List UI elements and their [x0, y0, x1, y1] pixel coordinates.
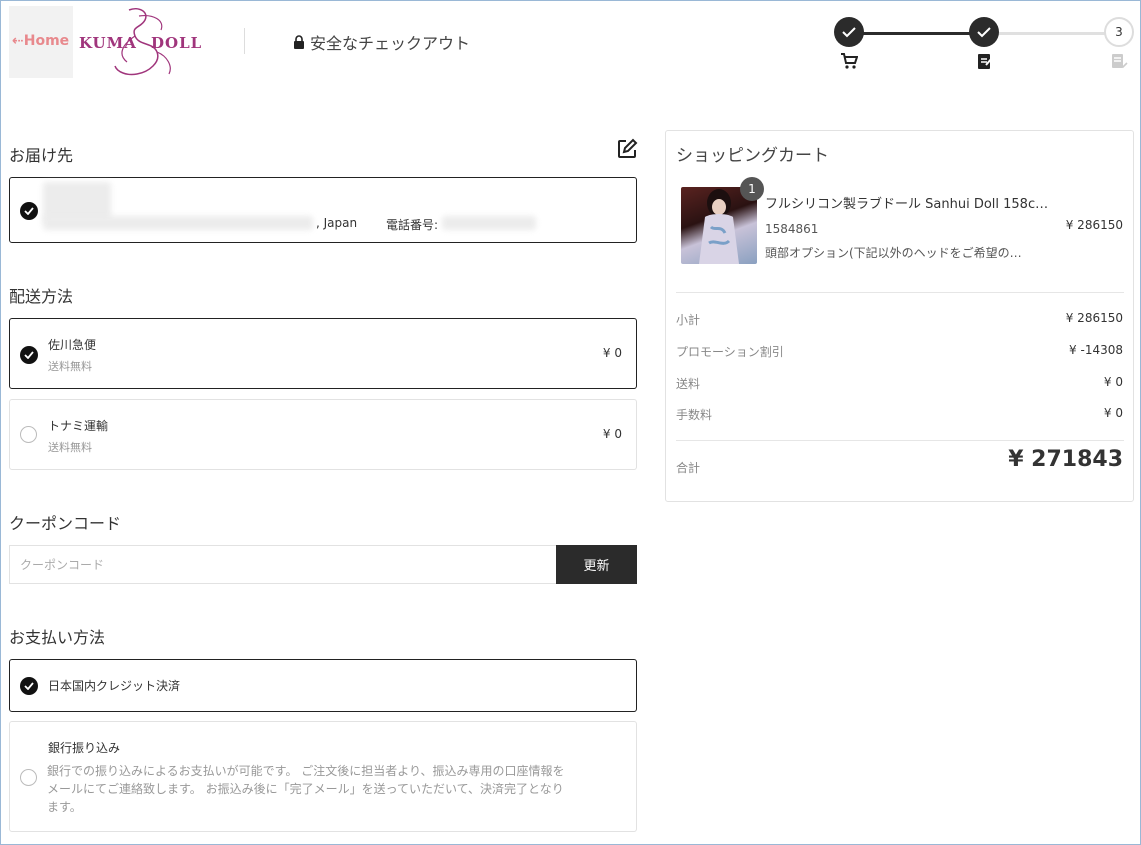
cart-icon	[841, 53, 858, 69]
coupon-title: クーポンコード	[9, 514, 122, 533]
payment-title: お支払い方法	[9, 628, 106, 647]
shipping-option-note: 送料無料	[48, 441, 92, 454]
product-name[interactable]: フルシリコン製ラブドール Sanhui Doll 158c…	[765, 193, 1048, 212]
subtotal-value: ¥ 286150	[1065, 311, 1123, 325]
check-icon	[842, 27, 856, 38]
step-3-current[interactable]: 3	[1104, 17, 1134, 47]
form-icon	[978, 54, 993, 69]
bank-transfer-description: 銀行での振り込みによるお支払いが可能です。 ご注文後に担当者より、振込み専用の口…	[47, 764, 565, 814]
selected-check-icon	[20, 202, 38, 220]
secure-checkout-label: 安全なチェックアウト	[293, 30, 470, 54]
logo[interactable]: ⇠Home KUMA DOLL	[9, 6, 203, 78]
checkout-steps: 3	[834, 17, 1134, 77]
home-link[interactable]: ⇠Home	[12, 33, 69, 49]
product-sku: 1584861	[765, 222, 819, 236]
step-3-number: 3	[1115, 25, 1123, 39]
handling-fee-label: 手数料	[676, 408, 713, 422]
logo-text-kuma: KUMA	[79, 34, 137, 52]
header: ⇠Home KUMA DOLL 安全なチェックアウト 3	[0, 0, 1141, 80]
redacted-phone	[442, 216, 536, 230]
subtotal-label: 小計	[676, 313, 701, 327]
secure-checkout-text: 安全なチェックアウト	[310, 34, 471, 53]
product-option: 頭部オプション(下記以外のヘッドをご希望の…	[765, 246, 1022, 260]
shipping-fee-label: 送料	[676, 377, 701, 391]
step-connector-2	[998, 32, 1106, 35]
handling-fee-value: ¥ 0	[1103, 406, 1123, 420]
promotion-value: ¥ -14308	[1069, 343, 1123, 357]
shipping-option-name: トナミ運輸	[48, 419, 109, 433]
selected-check-icon	[20, 346, 38, 364]
shopping-cart-panel: ショッピングカート 1 フルシリコン製ラブドール Sanhui Doll 158…	[665, 130, 1134, 502]
shipping-fee-value: ¥ 0	[1103, 375, 1123, 389]
cart-divider	[676, 440, 1124, 441]
cart-divider	[676, 292, 1124, 293]
cart-title: ショッピングカート	[676, 146, 829, 166]
radio-unselected-icon	[20, 769, 37, 786]
check-icon	[977, 27, 991, 38]
receipt-icon	[1112, 54, 1128, 69]
address-country: , Japan	[316, 216, 358, 230]
coupon-input[interactable]	[9, 545, 557, 584]
address-title: お届け先	[9, 146, 74, 165]
payment-option-credit[interactable]: 日本国内クレジット決済	[9, 659, 637, 712]
quantity-badge: 1	[740, 177, 764, 201]
phone-label: 電話番号:	[386, 218, 439, 232]
step-connector-1	[862, 32, 970, 35]
lock-icon	[294, 35, 304, 49]
payment-option-name: 銀行振り込み	[48, 741, 121, 755]
logo-text-doll: DOLL	[151, 34, 203, 52]
radio-unselected-icon	[20, 426, 37, 443]
step-1-complete[interactable]	[834, 17, 864, 47]
total-label: 合計	[676, 461, 701, 475]
shipping-option-tonami[interactable]: トナミ運輸 送料無料 ¥ 0	[9, 399, 637, 470]
product-price: ¥ 286150	[1065, 218, 1123, 232]
shipping-option-price: ¥ 0	[602, 427, 622, 441]
header-divider	[244, 28, 245, 54]
total-value: ¥ 271843	[1008, 447, 1123, 472]
payment-option-name: 日本国内クレジット決済	[48, 679, 181, 693]
shipping-option-note: 送料無料	[48, 360, 92, 373]
redacted-address	[43, 216, 313, 230]
shipping-title: 配送方法	[9, 287, 74, 306]
step-2-complete[interactable]	[969, 17, 999, 47]
selected-check-icon	[20, 677, 38, 695]
edit-icon[interactable]	[616, 138, 638, 160]
shipping-option-price: ¥ 0	[602, 346, 622, 360]
shipping-option-sagawa[interactable]: 佐川急便 送料無料 ¥ 0	[9, 318, 637, 389]
coupon-apply-button[interactable]: 更新	[556, 545, 637, 584]
address-card[interactable]: , Japan 電話番号:	[9, 177, 637, 243]
shipping-option-name: 佐川急便	[48, 338, 97, 352]
promotion-label: プロモーション割引	[676, 345, 784, 359]
